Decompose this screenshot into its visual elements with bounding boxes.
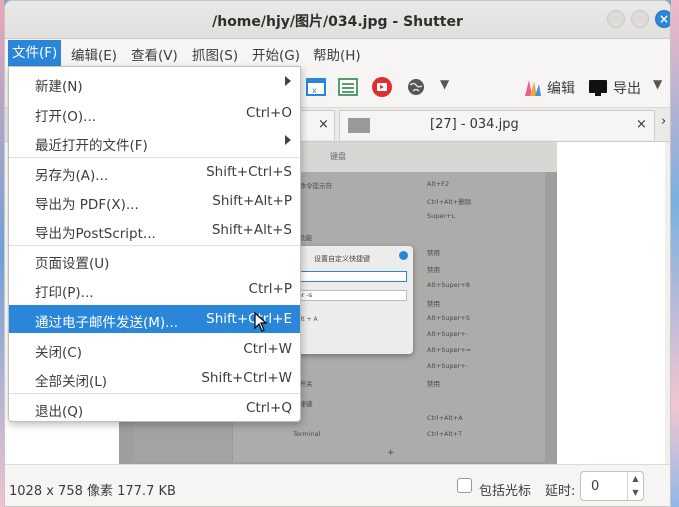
menu-item-shortcut: Ctrl+O bbox=[246, 105, 292, 121]
menu-item-shortcut: Shift+Ctrl+E bbox=[206, 311, 292, 327]
dropdown-arrow-icon[interactable]: ▼ bbox=[440, 77, 449, 91]
image-info: 1028 x 758 像素 177.7 KB bbox=[9, 484, 176, 499]
delay-spinbutton[interactable]: 0 ▲ ▼ bbox=[580, 471, 644, 501]
preview-row: Terminal bbox=[293, 430, 321, 438]
menu-item-label: 导出为 PDF(X)... bbox=[35, 197, 139, 213]
edit-icon[interactable] bbox=[521, 76, 543, 98]
tab-close-icon[interactable]: × bbox=[318, 117, 329, 132]
menu-item-print[interactable]: 打印(P)... Ctrl+P bbox=[9, 275, 300, 303]
preview-row: Alt+Super+S bbox=[427, 314, 470, 322]
web-icon[interactable] bbox=[405, 76, 427, 98]
include-cursor-checkbox[interactable] bbox=[457, 478, 472, 493]
menu-item-shortcut: Shift+Alt+S bbox=[211, 222, 292, 238]
menu-item-label: 全部关闭(L) bbox=[35, 374, 108, 390]
preview-row: Alt+Super+- bbox=[427, 330, 469, 338]
status-bar: 1028 x 758 像素 177.7 KB 包括光标 延时: 0 ▲ ▼ bbox=[5, 464, 670, 506]
tab-label: [27] - 034.jpg bbox=[430, 117, 519, 132]
preview-row: 禁用 bbox=[427, 249, 440, 257]
menu-item-label: 导出为PostScript... bbox=[35, 226, 156, 242]
menu-item-close-all[interactable]: 全部关闭(L) Shift+Ctrl+W bbox=[9, 364, 300, 392]
menu-bar: 文件(F) 编辑(E) 查看(V) 抓图(S) 开始(G) 帮助(H) bbox=[5, 39, 670, 66]
menu-item-page-setup[interactable]: 页面设置(U) bbox=[9, 246, 300, 274]
delay-label: 延时: bbox=[545, 484, 576, 499]
menu-item-label: 另存为(A)... bbox=[35, 168, 109, 184]
close-window-button[interactable]: × bbox=[655, 10, 670, 28]
menu-item-label: 通过电子邮件发送(M)... bbox=[35, 315, 179, 331]
tab-close-icon[interactable]: × bbox=[636, 117, 647, 132]
preview-row: Super+L bbox=[427, 212, 456, 220]
menu-item-close[interactable]: 关闭(C) Ctrl+W bbox=[9, 335, 300, 363]
menu-item-label: 退出(Q) bbox=[35, 404, 84, 420]
delay-value[interactable]: 0 bbox=[591, 479, 599, 494]
mouse-cursor-icon bbox=[254, 312, 268, 332]
desktop-wallpaper bbox=[671, 0, 679, 507]
menu-item-label: 关闭(C) bbox=[35, 345, 82, 361]
menu-item-label: 页面设置(U) bbox=[35, 256, 110, 272]
menu-item-export-pdf[interactable]: 导出为 PDF(X)... Shift+Alt+P bbox=[9, 187, 300, 215]
preview-row: Alt+Super+8 bbox=[427, 281, 470, 289]
menu-item-shortcut: Ctrl+Q bbox=[246, 400, 292, 416]
menu-edit[interactable]: 编辑(E) bbox=[71, 44, 117, 64]
thumbnail-icon bbox=[348, 118, 370, 133]
menu-item-open[interactable]: 打开(O)... Ctrl+O bbox=[9, 99, 300, 127]
menu-item-shortcut: Ctrl+P bbox=[248, 281, 292, 297]
menu-item-shortcut: Shift+Ctrl+W bbox=[201, 370, 292, 386]
menu-item-export-ps[interactable]: 导出为PostScript... Shift+Alt+S bbox=[9, 216, 300, 244]
list-icon[interactable] bbox=[337, 76, 359, 98]
export-icon[interactable] bbox=[587, 76, 609, 98]
preview-row: 禁用 bbox=[427, 300, 440, 308]
tab-image[interactable]: [27] - 034.jpg × bbox=[339, 110, 655, 140]
menu-item-recent[interactable]: 最近打开的文件(F) bbox=[9, 128, 300, 156]
export-button-label[interactable]: 导出 bbox=[613, 78, 641, 98]
menu-item-label: 打印(P)... bbox=[35, 285, 94, 301]
menu-item-label: 打开(O)... bbox=[35, 109, 97, 125]
preview-row: Alt+F2 bbox=[427, 180, 450, 188]
menu-item-label: 新建(N) bbox=[35, 79, 83, 95]
menu-file[interactable]: 文件(F) bbox=[8, 40, 62, 66]
menu-capture[interactable]: 抓图(S) bbox=[192, 44, 238, 64]
edit-button-label[interactable]: 编辑 bbox=[547, 78, 575, 98]
minimize-button[interactable] bbox=[607, 10, 625, 28]
preview-row: Alt+Super+- bbox=[427, 362, 469, 370]
preview-row: 禁用 bbox=[427, 380, 440, 388]
menu-go[interactable]: 开始(G) bbox=[252, 44, 300, 64]
preview-row: Alt+Super+= bbox=[427, 346, 472, 354]
preview-row: Ctrl+Alt+T bbox=[427, 430, 463, 438]
menu-item-shortcut: Shift+Alt+P bbox=[212, 193, 292, 209]
maximize-button[interactable] bbox=[631, 10, 649, 28]
preview-row: Ctrl+Alt+删除 bbox=[427, 198, 472, 206]
menu-item-quit[interactable]: 退出(Q) Ctrl+Q bbox=[9, 394, 300, 422]
dropdown-arrow-icon[interactable]: ▼ bbox=[653, 77, 662, 91]
menu-item-new[interactable]: 新建(N) bbox=[9, 69, 300, 97]
upload-icon[interactable] bbox=[371, 76, 393, 98]
vertical-scrollbar[interactable] bbox=[665, 142, 670, 464]
file-menu-dropdown: 新建(N) 打开(O)... Ctrl+O 最近打开的文件(F) 另存为(A).… bbox=[8, 66, 301, 422]
preview-add-icon: + bbox=[387, 448, 395, 458]
menu-item-save-as[interactable]: 另存为(A)... Shift+Ctrl+S bbox=[9, 158, 300, 186]
window-icon[interactable]: x bbox=[305, 76, 327, 98]
menu-help[interactable]: 帮助(H) bbox=[313, 44, 361, 64]
svg-text:x: x bbox=[312, 86, 317, 95]
spin-arrows-icon[interactable]: ▲ ▼ bbox=[627, 472, 643, 500]
submenu-arrow-icon bbox=[285, 76, 291, 86]
menu-view[interactable]: 查看(V) bbox=[131, 44, 178, 64]
tab-scroll-icon[interactable]: › bbox=[661, 114, 666, 129]
include-cursor-label[interactable]: 包括光标 bbox=[479, 480, 531, 499]
menu-item-shortcut: Shift+Ctrl+S bbox=[206, 164, 292, 180]
menu-item-label: 最近打开的文件(F) bbox=[35, 138, 148, 154]
preview-row: Ctrl+Alt+A bbox=[427, 414, 463, 422]
preview-row: 禁用 bbox=[427, 266, 440, 274]
submenu-arrow-icon bbox=[285, 135, 291, 145]
menu-item-shortcut: Ctrl+W bbox=[243, 341, 292, 357]
title-bar[interactable]: /home/hjy/图片/034.jpg - Shutter × bbox=[5, 1, 670, 39]
window-title: /home/hjy/图片/034.jpg - Shutter bbox=[212, 14, 463, 30]
shutter-window: /home/hjy/图片/034.jpg - Shutter × 文件(F) 编… bbox=[4, 0, 671, 507]
